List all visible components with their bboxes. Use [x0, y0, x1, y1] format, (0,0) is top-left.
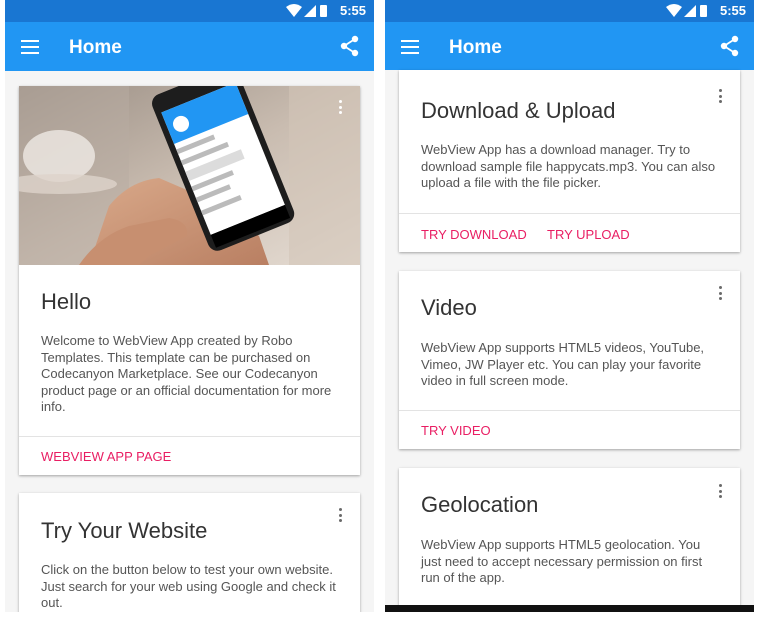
screen-left: 5:55 Home Hello Welcome to WebView App c…	[5, 0, 374, 612]
card-divider	[399, 410, 740, 411]
card-title: Hello	[41, 289, 92, 314]
status-bar: 5:55	[5, 0, 374, 22]
status-icons	[286, 4, 327, 17]
app-title: Home	[449, 37, 502, 58]
webview-app-page-button[interactable]: WEBVIEW APP PAGE	[41, 449, 171, 464]
battery-icon	[320, 5, 327, 17]
wifi-icon	[666, 4, 682, 17]
signal-icon	[304, 5, 316, 17]
video-card: Video WebView App supports HTML5 videos,…	[399, 271, 740, 449]
status-icons	[666, 4, 707, 17]
menu-icon[interactable]	[21, 36, 39, 58]
navigation-bar-edge	[385, 605, 754, 612]
status-time: 5:55	[719, 3, 746, 18]
app-bar: Home	[385, 22, 754, 70]
app-title: Home	[69, 37, 122, 58]
share-icon[interactable]	[340, 35, 360, 57]
status-bar: 5:55	[385, 0, 754, 22]
try-upload-button[interactable]: TRY UPLOAD	[547, 227, 630, 242]
menu-icon[interactable]	[401, 36, 419, 58]
app-bar: Home	[5, 22, 374, 71]
card-body: WebView App has a download manager. Try …	[421, 142, 716, 190]
hero-image	[19, 86, 360, 265]
card-title: Geolocation	[421, 492, 539, 517]
card-title: Download & Upload	[421, 98, 616, 123]
more-vert-icon[interactable]	[338, 100, 342, 116]
card-body: Welcome to WebView App created by Robo T…	[41, 333, 332, 414]
try-video-button[interactable]: TRY VIDEO	[421, 423, 491, 438]
card-divider	[399, 213, 740, 214]
status-time: 5:55	[339, 3, 366, 18]
hello-card: Hello Welcome to WebView App created by …	[19, 86, 360, 475]
signal-icon	[684, 5, 696, 17]
card-body: WebView App supports HTML5 videos, YouTu…	[421, 340, 705, 388]
card-title: Try Your Website	[41, 518, 208, 543]
download-upload-card: Download & Upload WebView App has a down…	[399, 70, 740, 252]
geolocation-card: Geolocation WebView App supports HTML5 g…	[399, 468, 740, 612]
more-vert-icon[interactable]	[338, 508, 342, 524]
card-title: Video	[421, 295, 477, 320]
card-body: Click on the button below to test your o…	[41, 562, 336, 610]
share-icon[interactable]	[720, 35, 740, 57]
website-card: Try Your Website Click on the button bel…	[19, 493, 360, 612]
screen-right: 5:55 Home Download & Upload WebView App …	[385, 0, 754, 612]
battery-icon	[700, 5, 707, 17]
more-vert-icon[interactable]	[718, 286, 722, 302]
more-vert-icon[interactable]	[718, 484, 722, 500]
phone-in-hand-photo	[19, 86, 360, 265]
card-divider	[19, 436, 360, 437]
try-download-button[interactable]: TRY DOWNLOAD	[421, 227, 527, 242]
card-body: WebView App supports HTML5 geolocation. …	[421, 537, 703, 585]
wifi-icon	[286, 4, 302, 17]
more-vert-icon[interactable]	[718, 89, 722, 105]
